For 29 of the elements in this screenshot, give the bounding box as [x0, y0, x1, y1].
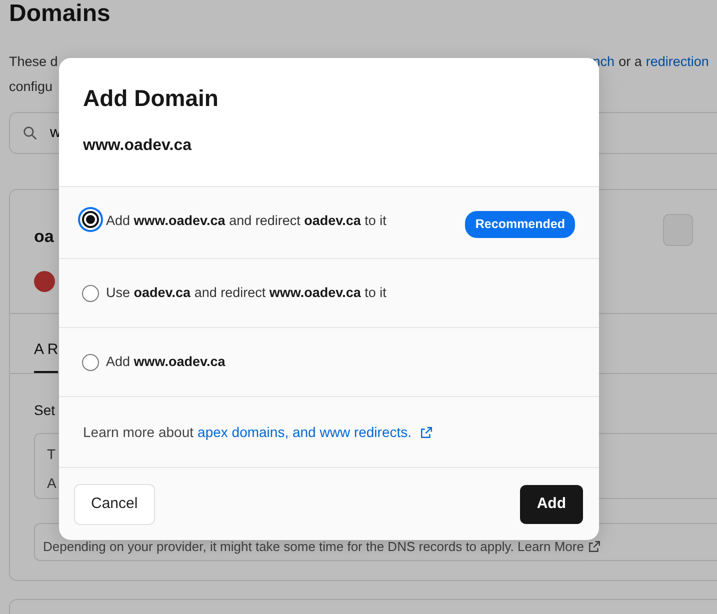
- option-label: Add www.oadev.ca and redirect oadev.ca to it: [106, 212, 386, 230]
- description-link[interactable]: redirection: [646, 52, 709, 72]
- description-text: These d: [9, 53, 58, 71]
- external-link-icon: [588, 540, 601, 553]
- option-label: Add www.oadev.ca: [106, 352, 226, 371]
- description-text: configu: [9, 78, 53, 96]
- cancel-button[interactable]: Cancel: [74, 484, 155, 524]
- table-cell-text: A: [47, 474, 58, 492]
- page-title: Domains: [9, 0, 112, 28]
- domain-name: oa: [34, 226, 55, 248]
- radio-option[interactable]: Add www.oadev.ca and redirect oadev.ca to it Recommended: [59, 187, 599, 259]
- recommended-badge: Recommended: [465, 211, 575, 238]
- radio-option[interactable]: Use oadev.ca and redirect www.oadev.ca to it: [59, 259, 599, 328]
- column-header: T: [47, 444, 57, 464]
- radio-button[interactable]: [82, 354, 99, 370]
- error-icon: [34, 271, 55, 292]
- notice-text: Depending on your provider, it might take some time for the DNS records to apply. Learn More: [43, 538, 584, 556]
- domain-name: www.oadev.ca: [83, 136, 193, 156]
- external-link-icon: [420, 426, 433, 438]
- radio-option[interactable]: Add www.oadev.ca: [59, 328, 599, 397]
- radio-button[interactable]: [82, 284, 99, 302]
- search-icon: [23, 126, 37, 140]
- learn-more-link[interactable]: apex domains, and www redirects.: [198, 422, 433, 442]
- instruction-text: Set: [34, 402, 56, 418]
- option-label: Use oadev.ca and redirect www.oadev.ca to it: [106, 284, 386, 302]
- add-button[interactable]: Add: [520, 484, 583, 524]
- learn-more-text: Learn more about: [83, 422, 194, 442]
- dialog-title: Add Domain: [83, 84, 220, 112]
- description-text: or a: [618, 53, 642, 71]
